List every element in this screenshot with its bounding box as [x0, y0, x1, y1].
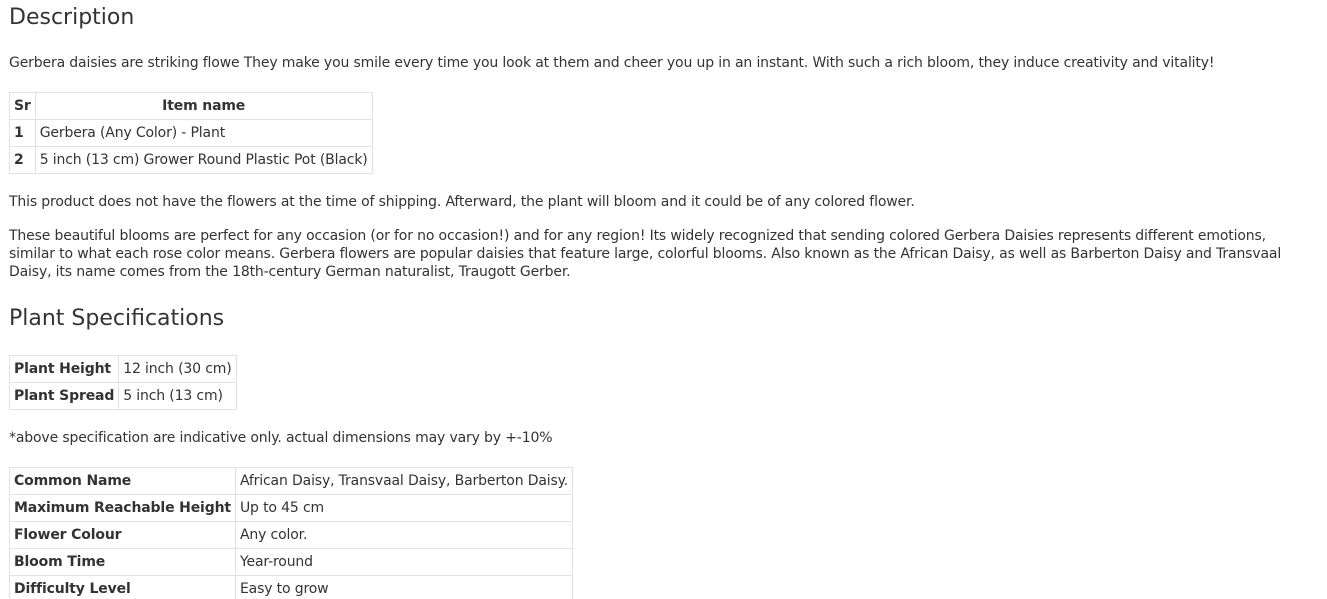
indicative-note-text: *above specification are indicative only… — [9, 430, 553, 446]
column-header-sr: Sr — [9, 92, 36, 120]
plant-details-table: Common Name African Daisy, Transvaal Dai… — [9, 467, 574, 599]
detail-label-cell: Difficulty Level — [9, 575, 236, 599]
table-row: 1 Gerbera (Any Color) - Plant — [9, 119, 373, 147]
spec-value-cell: 12 inch (30 cm) — [118, 355, 237, 383]
detail-value-cell: African Daisy, Transvaal Daisy, Barberto… — [234, 467, 574, 495]
shipping-note-text: This product does not have the flowers a… — [9, 194, 915, 210]
item-name-cell: 5 inch (13 cm) Grower Round Plastic Pot … — [34, 146, 373, 174]
detail-label-cell: Maximum Reachable Height — [9, 494, 236, 522]
detail-label-cell: Flower Colour — [9, 521, 236, 549]
blooms-description-text: These beautiful blooms are perfect for a… — [9, 228, 1282, 280]
description-heading: Description — [9, 5, 135, 30]
description-intro-text: Gerbera daisies are striking flowe They … — [9, 55, 1215, 71]
detail-label-cell: Bloom Time — [9, 548, 236, 576]
column-header-item-name: Item name — [34, 92, 373, 120]
item-sr-cell: 2 — [9, 146, 36, 174]
spec-label-cell: Plant Height — [8, 355, 120, 383]
item-name-cell: Gerbera (Any Color) - Plant — [34, 119, 373, 147]
item-sr-cell: 1 — [9, 119, 36, 147]
table-row: Plant Height 12 inch (30 cm) — [8, 355, 237, 383]
detail-value-cell: Up to 45 cm — [234, 494, 574, 522]
detail-value-cell: Easy to grow — [234, 575, 574, 599]
table-row: Common Name African Daisy, Transvaal Dai… — [9, 467, 574, 495]
table-row: Difficulty Level Easy to grow — [9, 575, 574, 599]
detail-label-cell: Common Name — [9, 467, 236, 495]
spec-value-cell: 5 inch (13 cm) — [118, 382, 237, 410]
included-items-table: Sr Item name 1 Gerbera (Any Color) - Pla… — [9, 92, 373, 174]
plant-specifications-heading: Plant Specifications — [9, 306, 225, 331]
table-row: Maximum Reachable Height Up to 45 cm — [9, 494, 574, 522]
table-header-row: Sr Item name — [9, 92, 373, 120]
detail-value-cell: Year-round — [234, 548, 574, 576]
table-row: 2 5 inch (13 cm) Grower Round Plastic Po… — [9, 146, 373, 174]
table-row: Bloom Time Year-round — [9, 548, 574, 576]
table-row: Plant Spread 5 inch (13 cm) — [8, 382, 237, 410]
plant-size-table: Plant Height 12 inch (30 cm) Plant Sprea… — [8, 355, 237, 410]
spec-label-cell: Plant Spread — [8, 382, 120, 410]
table-row: Flower Colour Any color. — [9, 521, 574, 549]
detail-value-cell: Any color. — [234, 521, 574, 549]
